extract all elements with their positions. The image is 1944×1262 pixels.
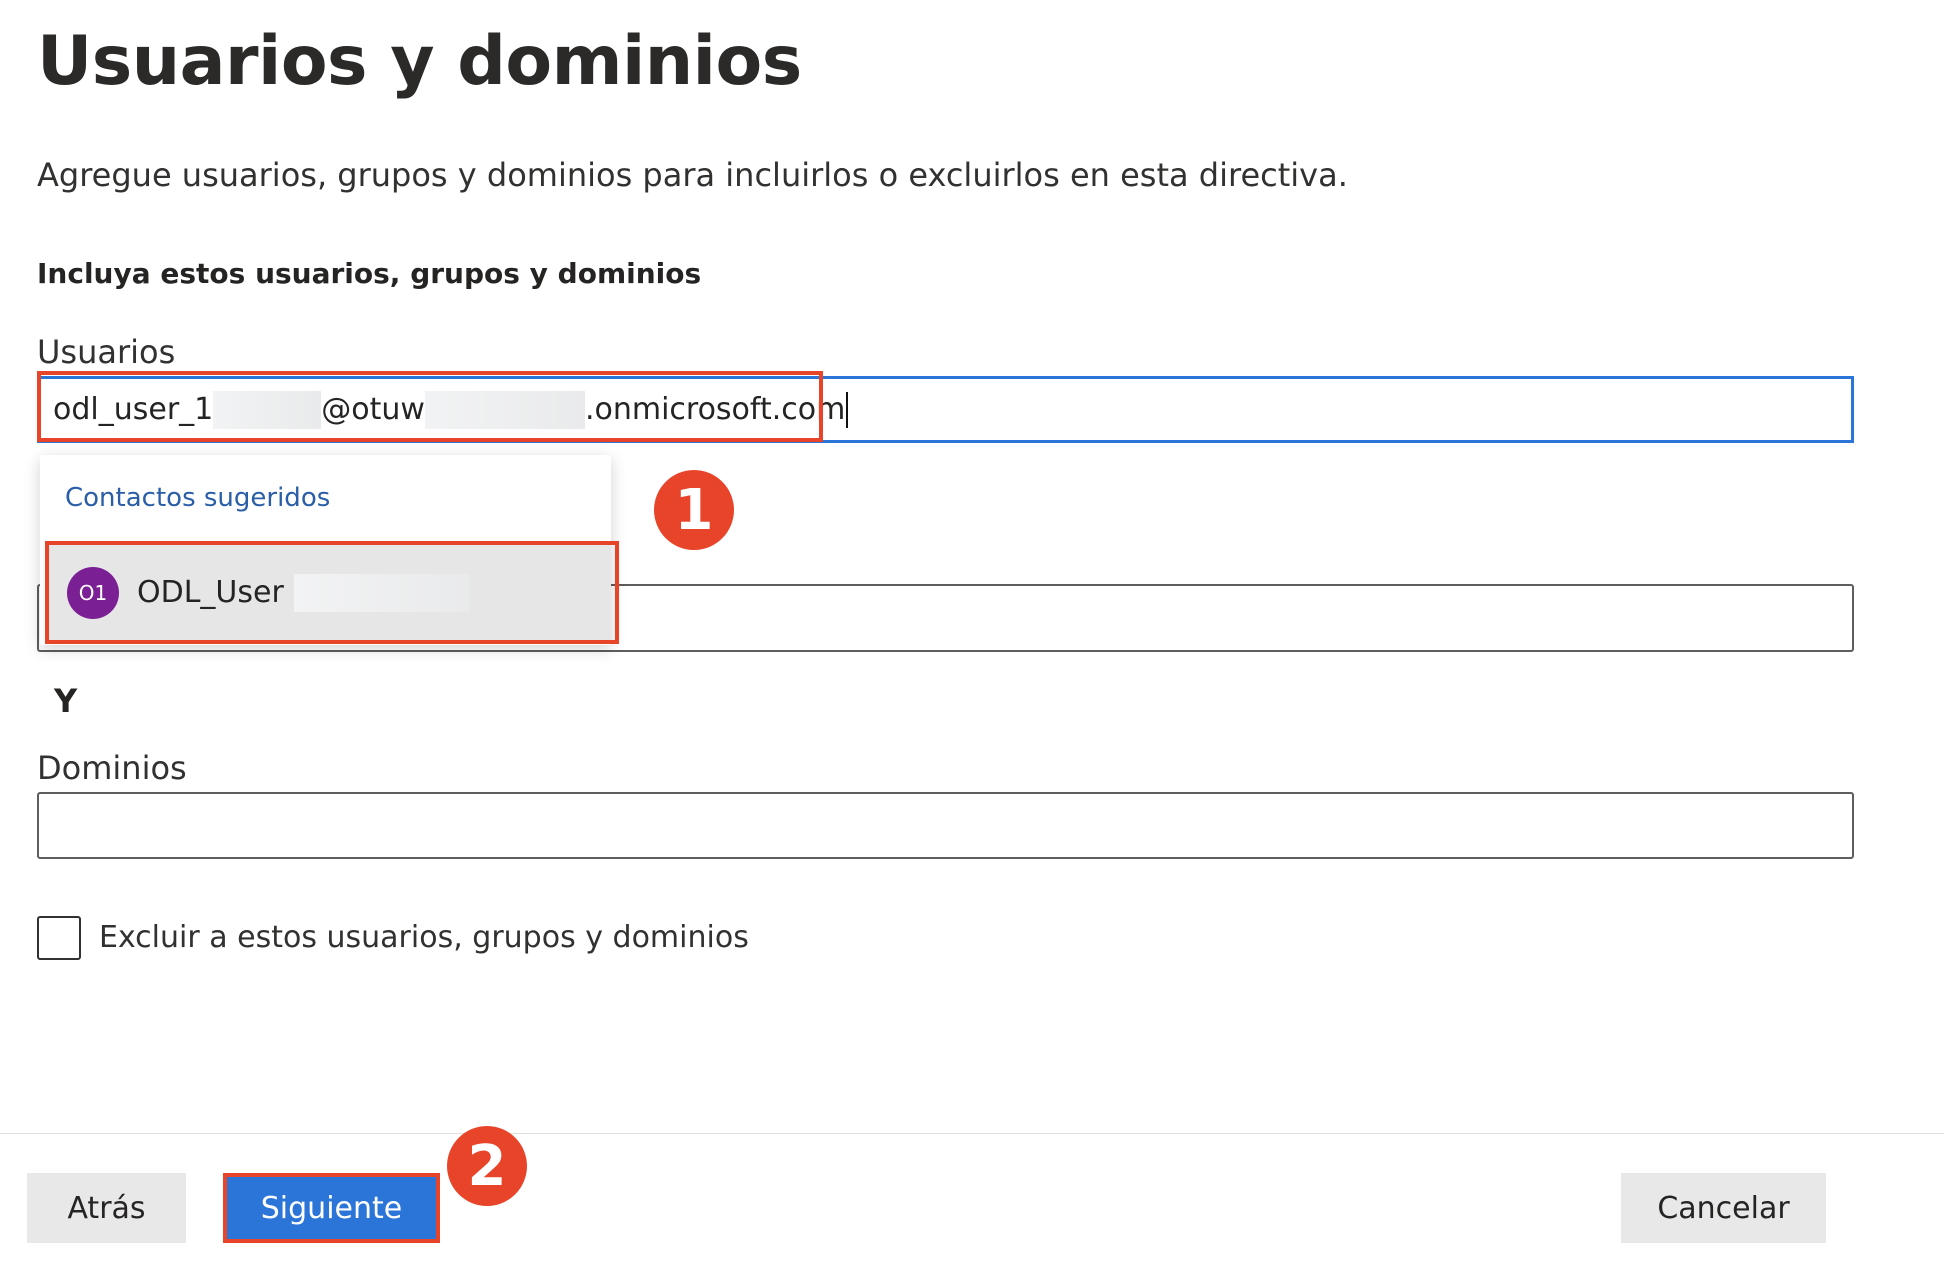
- back-button[interactable]: Atrás: [27, 1173, 186, 1243]
- step-1-badge: 1: [654, 470, 734, 550]
- next-button[interactable]: Siguiente: [223, 1173, 440, 1243]
- exclude-checkbox[interactable]: [37, 916, 81, 960]
- text-cursor: [846, 391, 849, 428]
- highlight-box-suggestion: [45, 541, 619, 644]
- page-title: Usuarios y dominios: [37, 22, 802, 101]
- exclude-label[interactable]: Excluir a estos usuarios, grupos y domin…: [99, 920, 749, 955]
- page-description: Agregue usuarios, grupos y dominios para…: [37, 156, 1348, 194]
- and-connector: Y: [54, 682, 78, 720]
- include-section-heading: Incluya estos usuarios, grupos y dominio…: [37, 257, 702, 290]
- suggestions-heading: Contactos sugeridos: [65, 483, 331, 513]
- domains-input[interactable]: [37, 792, 1854, 859]
- footer-divider: [0, 1133, 1944, 1134]
- domains-label: Dominios: [37, 749, 187, 787]
- step-2-badge: 2: [447, 1126, 527, 1206]
- highlight-box-users: [37, 371, 823, 442]
- cancel-button[interactable]: Cancelar: [1621, 1173, 1826, 1243]
- users-label: Usuarios: [37, 333, 176, 371]
